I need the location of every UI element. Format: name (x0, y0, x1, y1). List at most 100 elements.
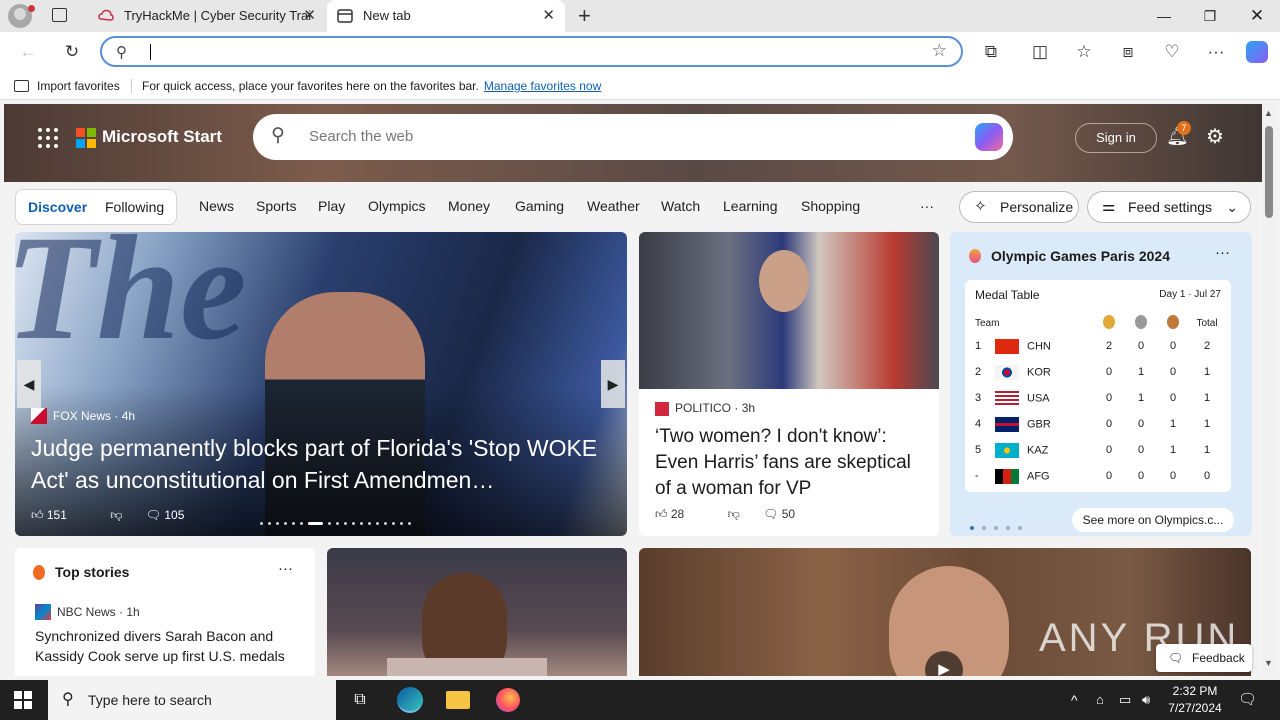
story-headline[interactable]: Synchronized divers Sarah Bacon and Kass… (35, 626, 300, 666)
nav-learning[interactable]: Learning (723, 198, 778, 214)
system-clock[interactable]: 2:32 PM 7/27/2024 (1160, 683, 1230, 717)
like-button[interactable]: 👍︎ 28 (655, 507, 704, 521)
file-explorer-icon[interactable] (446, 691, 470, 709)
comment-button[interactable]: 🗨︎ 105 (146, 508, 205, 522)
taskbar-search[interactable]: ⚲ Type here to search (48, 680, 336, 720)
comment-button[interactable]: 🗨︎ 50 (763, 507, 815, 521)
feedback-button[interactable]: 🗨︎ Feedback (1156, 644, 1252, 672)
browser-essentials-icon[interactable]: ♡ (1160, 40, 1184, 64)
tab-new-tab[interactable]: New tab ✕ (327, 0, 565, 32)
hero-headline[interactable]: Judge permanently blocks part of Florida… (31, 432, 611, 496)
windows-start-icon[interactable] (14, 691, 32, 709)
carousel-prev-icon[interactable]: ◀ (17, 360, 41, 408)
new-tab-plus-icon[interactable]: + (578, 3, 591, 29)
team: GBR (1027, 417, 1051, 430)
scroll-up-icon[interactable]: ▲ (1264, 108, 1273, 118)
personalize-button[interactable]: ✧ Personalize (959, 191, 1079, 223)
edge-taskbar-icon[interactable] (397, 687, 423, 713)
col-total: Total (1196, 317, 1218, 329)
tray-app-icon[interactable]: ⌂ (1096, 680, 1104, 720)
minimize-icon[interactable]: — (1141, 0, 1187, 32)
scrollbar-thumb[interactable] (1265, 126, 1273, 218)
tab-tryhackme[interactable]: TryHackMe | Cyber Security Trai ✕ (88, 0, 326, 32)
import-favorites-button[interactable]: Import favorites (14, 72, 120, 100)
tray-chevron-icon[interactable]: ^ (1071, 680, 1078, 720)
tab-actions-icon[interactable] (52, 8, 67, 22)
col-team: Team (975, 317, 1000, 329)
refresh-icon[interactable]: ↻ (60, 40, 84, 64)
extensions-icon[interactable]: ⧉ (979, 40, 1003, 64)
table-row: 5 KAZ 0 0 1 1 (975, 437, 1225, 463)
top-stories-title[interactable]: Top stories (55, 564, 129, 580)
tab-following[interactable]: Following (105, 199, 164, 215)
nav-play[interactable]: Play (318, 198, 345, 214)
restore-icon[interactable]: ❐ (1187, 0, 1233, 32)
sign-in-button[interactable]: Sign in (1075, 123, 1157, 153)
favorite-star-icon[interactable]: ☆ (932, 41, 947, 61)
nav-sports[interactable]: Sports (256, 198, 296, 214)
copilot-icon[interactable] (1246, 41, 1268, 63)
image-news-card[interactable] (327, 548, 627, 676)
tab-discover[interactable]: Discover (28, 199, 87, 215)
more-options-icon[interactable]: ··· (1215, 244, 1230, 261)
tab-title: New tab (363, 8, 411, 23)
nav-gaming[interactable]: Gaming (515, 198, 564, 214)
search-icon: ⚲ (271, 125, 285, 146)
silver-medal-icon (1135, 314, 1147, 329)
gear-icon[interactable]: ⚙ (1206, 124, 1224, 149)
search-icon: ⚲ (116, 44, 127, 61)
politico-news-card[interactable]: POLITICO · 3h ‘Two women? I don't know’:… (639, 232, 939, 536)
hero-news-card[interactable]: The ◀ ▶ FOX News · 4h Judge permanently … (15, 232, 627, 536)
nbc-news-logo-icon (35, 604, 51, 620)
dislike-icon[interactable]: 👎︎ (728, 507, 740, 521)
feed-settings-button[interactable]: ⚌ Feed settings ⌄ (1087, 191, 1251, 223)
card-age: 3h (741, 401, 756, 415)
nav-news[interactable]: News (199, 198, 234, 214)
scroll-down-icon[interactable]: ▼ (1264, 658, 1273, 668)
afghanistan-flag-icon (995, 468, 1019, 484)
text-cursor (150, 44, 151, 60)
medal-table[interactable]: Medal Table Day 1 · Jul 27 Team Total 1 C… (965, 280, 1231, 492)
address-bar[interactable]: ⚲ ☆ (100, 36, 963, 67)
firefox-icon[interactable] (496, 688, 520, 712)
nav-more-icon[interactable]: ··· (920, 198, 934, 214)
fire-icon (33, 565, 45, 580)
nav-olympics[interactable]: Olympics (368, 198, 426, 214)
silver: 0 (1137, 470, 1145, 482)
nav-shopping[interactable]: Shopping (801, 198, 860, 214)
network-icon[interactable]: ▭ (1119, 680, 1131, 720)
collections-icon[interactable]: ⧈ (1116, 40, 1140, 64)
favorites-icon[interactable]: ☆ (1072, 40, 1096, 64)
nav-weather[interactable]: Weather (587, 198, 640, 214)
bronze: 0 (1169, 470, 1177, 482)
card-source: POLITICO · 3h (655, 401, 755, 416)
app-launcher-icon[interactable] (38, 128, 58, 148)
volume-icon[interactable]: 🔊︎ (1142, 680, 1150, 720)
like-button[interactable]: 👍︎ 151 (31, 508, 87, 522)
bronze: 0 (1169, 392, 1177, 404)
nav-money[interactable]: Money (448, 198, 490, 214)
story-age: 1h (126, 605, 140, 619)
notifications-icon[interactable]: 🗨︎ (1238, 680, 1257, 720)
nav-watch[interactable]: Watch (661, 198, 700, 214)
page-scrollbar[interactable]: ▲ ▼ (1262, 104, 1276, 676)
see-more-olympics-button[interactable]: See more on Olympics.c... (1072, 508, 1234, 532)
card-headline[interactable]: ‘Two women? I don't know’: Even Harris’ … (655, 424, 930, 502)
dislike-icon[interactable]: 👎︎ (110, 508, 122, 522)
web-search-box[interactable]: ⚲ Search the web (253, 114, 1013, 160)
close-tab-icon[interactable]: ✕ (542, 0, 555, 32)
copilot-icon[interactable] (975, 123, 1003, 151)
gold: 2 (1105, 340, 1113, 352)
carousel-next-icon[interactable]: ▶ (601, 360, 625, 408)
olympics-title[interactable]: Olympic Games Paris 2024 (991, 248, 1170, 264)
manage-favorites-link[interactable]: Manage favorites now (484, 79, 601, 93)
split-screen-icon[interactable]: ◫ (1028, 40, 1052, 64)
close-tab-icon[interactable]: ✕ (303, 0, 316, 32)
more-options-icon[interactable]: ··· (278, 560, 293, 577)
back-icon[interactable]: ← (16, 40, 40, 64)
settings-more-icon[interactable]: ··· (1204, 40, 1228, 64)
task-view-icon[interactable]: ⧉ (347, 688, 373, 712)
brand-name[interactable]: Microsoft Start (102, 127, 222, 147)
team: KAZ (1027, 443, 1049, 456)
close-window-icon[interactable]: ✕ (1234, 0, 1280, 32)
